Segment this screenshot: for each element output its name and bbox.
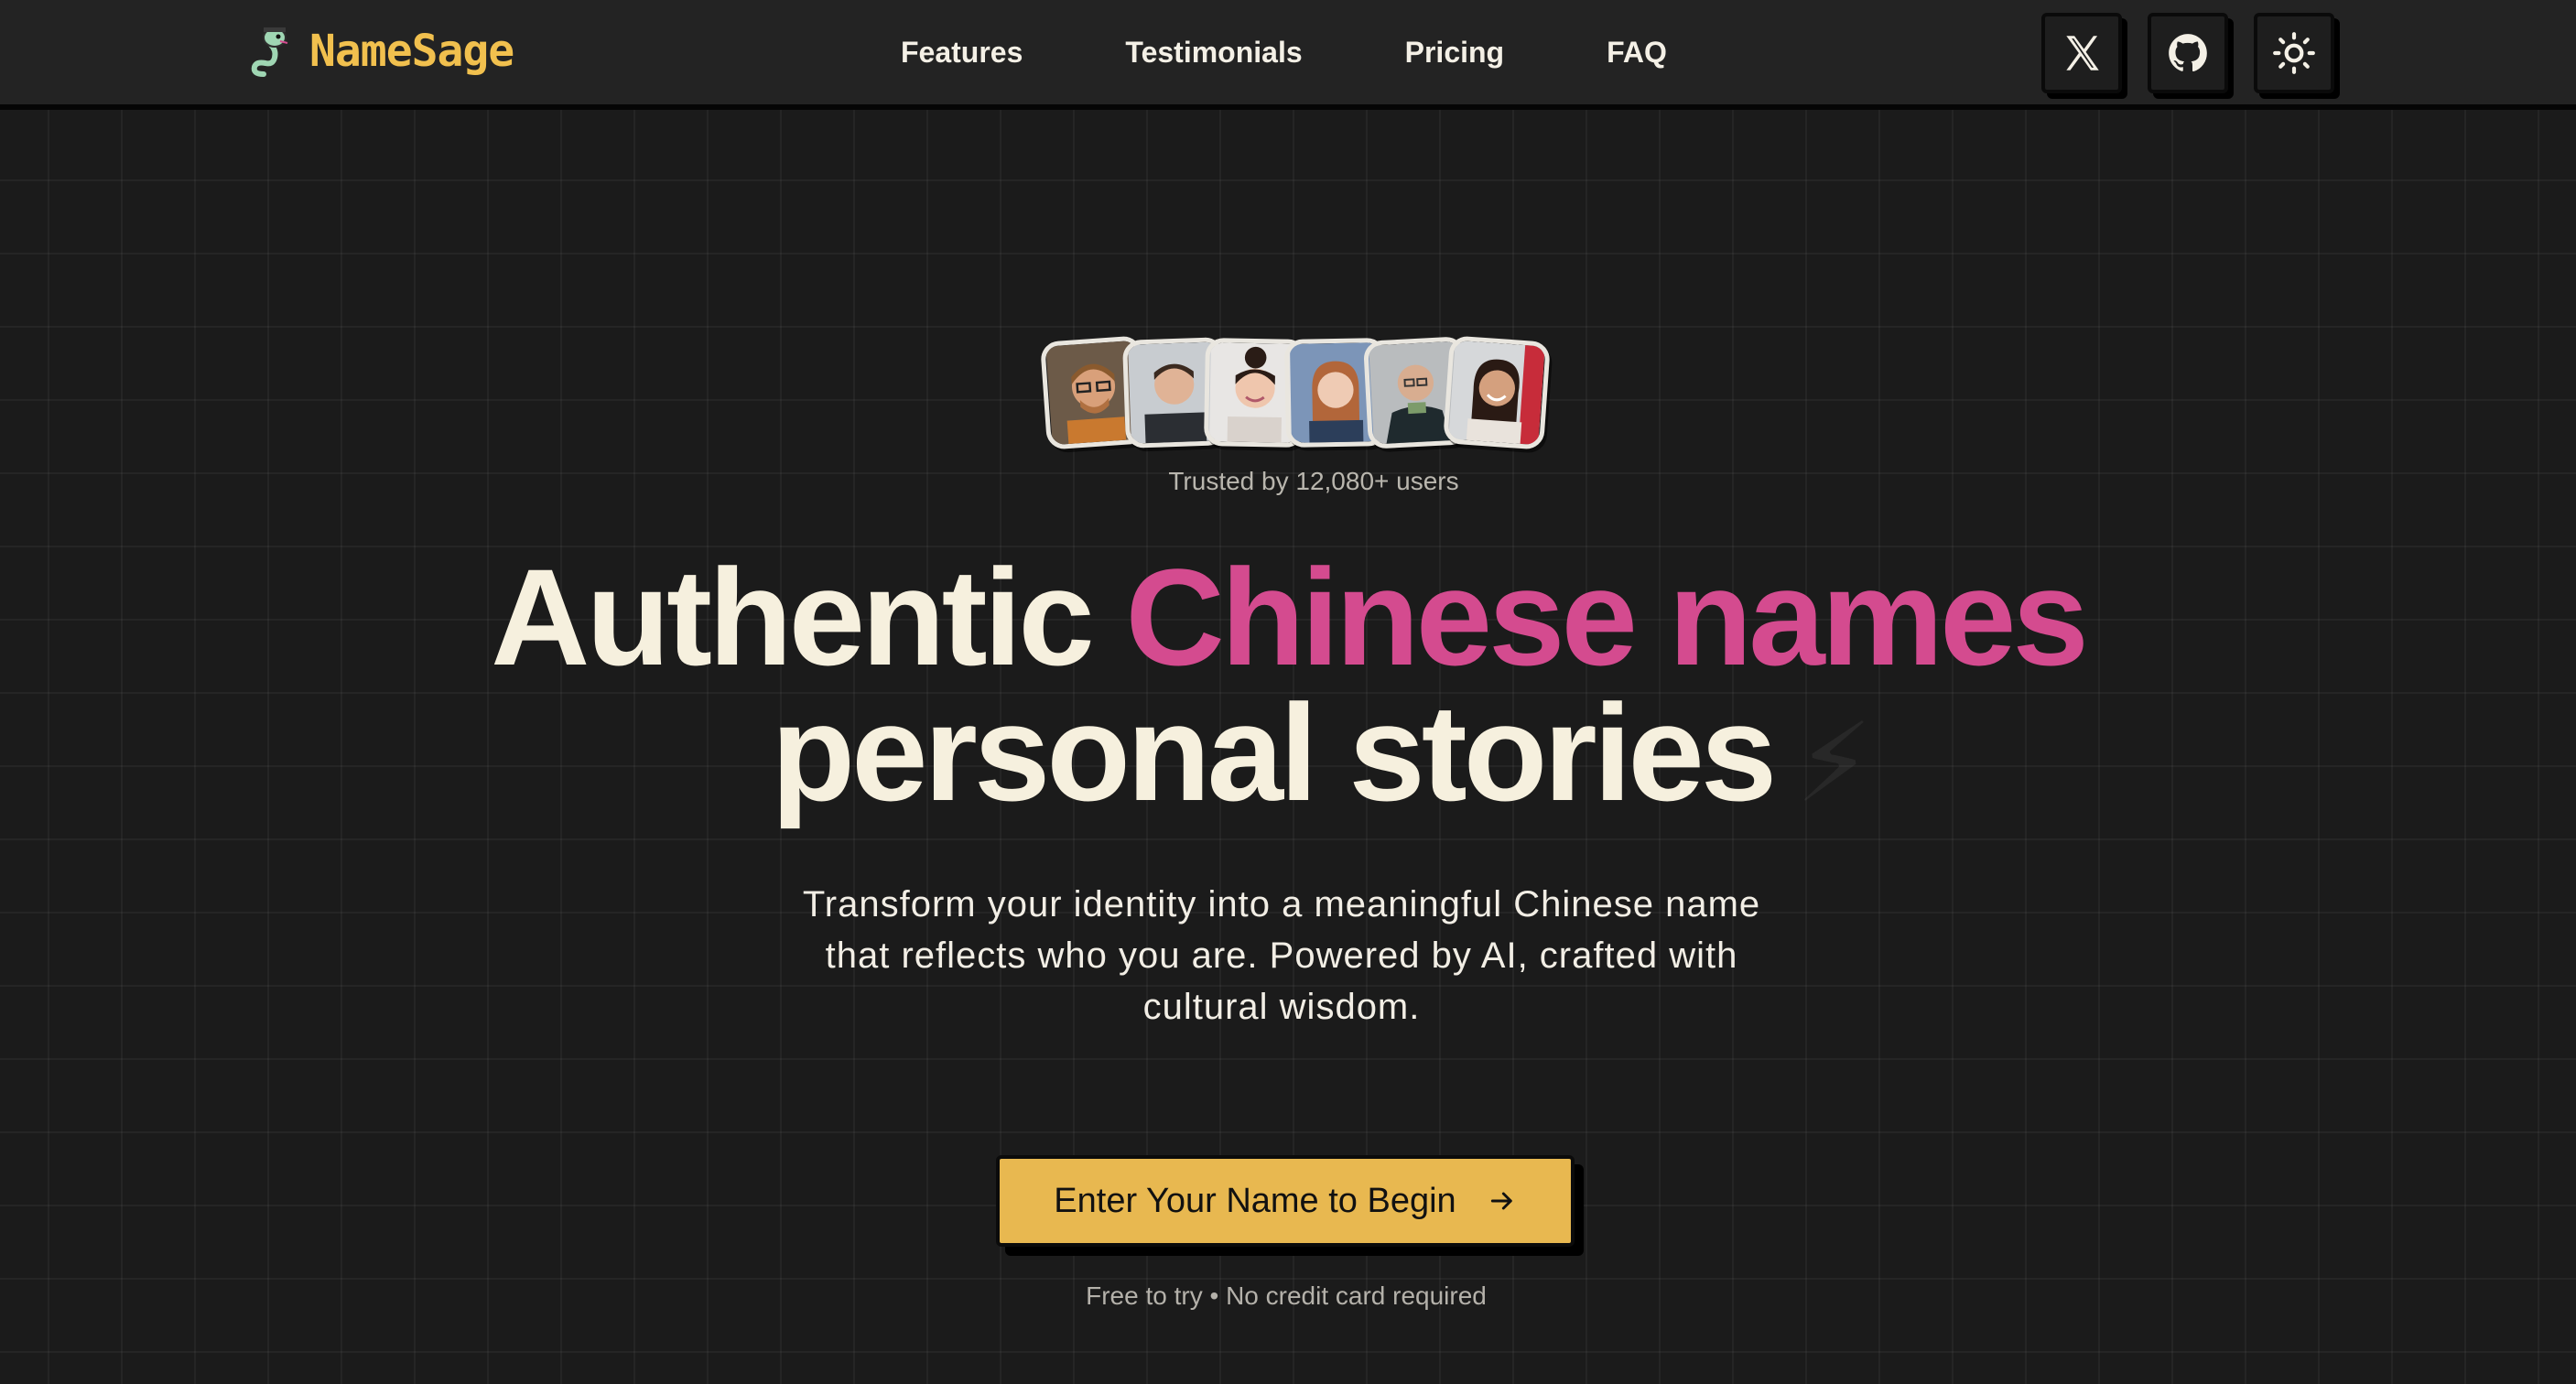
sun-icon	[2273, 32, 2315, 74]
main-nav: Features Testimonials Pricing FAQ	[879, 27, 1718, 77]
nav-pricing[interactable]: Pricing	[1354, 36, 1555, 70]
top-navbar: NameSage Features Testimonials Pricing F…	[0, 0, 2576, 110]
nav-features[interactable]: Features	[879, 36, 1074, 70]
theme-toggle-button[interactable]	[2254, 13, 2334, 93]
x-button[interactable]	[2041, 13, 2122, 93]
snake-scholar-icon	[251, 27, 288, 77]
nav-faq[interactable]: FAQ	[1555, 36, 1718, 70]
cta-footnote: Free to try • No credit card required	[1086, 1281, 1487, 1310]
hero-subtitle: Transform your identity into a meaningfu…	[802, 884, 1761, 1027]
arrow-right-icon	[1490, 1192, 1512, 1210]
nav-testimonials[interactable]: Testimonials	[1074, 36, 1353, 70]
brand-name: NameSage	[309, 26, 514, 77]
hero-headline: Authentic Chinese names personal stories…	[0, 548, 2576, 831]
brand-link[interactable]: NameSage	[247, 24, 514, 79]
avatar-woman-smile	[1443, 335, 1551, 450]
trusted-text: Trusted by 12,080+ users	[1168, 467, 1459, 495]
landing-page: NameSage Features Testimonials Pricing F…	[0, 0, 2576, 1384]
headline-line2-wrap: personal stories ⚡	[64, 684, 2576, 831]
github-button[interactable]	[2148, 13, 2228, 93]
headline-line2: personal stories	[771, 676, 1777, 829]
cta-label: Enter Your Name to Begin	[1054, 1181, 1456, 1220]
headline-accent: Chinese names	[1125, 540, 2088, 694]
github-icon	[2169, 34, 2207, 72]
sparkle-icon: ⚡	[1795, 702, 1872, 826]
headline-part1: Authentic	[491, 540, 1126, 694]
x-logo-icon	[2066, 36, 2099, 70]
enter-name-button[interactable]: Enter Your Name to Begin	[996, 1155, 1575, 1247]
user-avatars	[1040, 335, 1556, 452]
social-icons	[2041, 13, 2334, 93]
